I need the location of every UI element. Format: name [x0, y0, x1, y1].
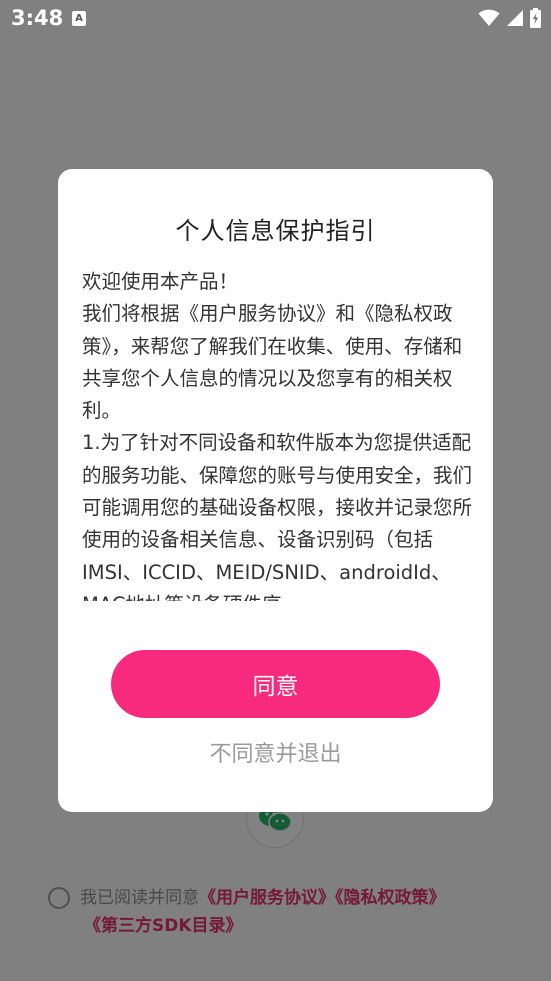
dialog-title: 个人信息保护指引 [175, 217, 376, 245]
dialog-paragraph-device: 1.为了针对不同设备和软件版本为您提供适配的服务功能、保障您的账号与使用安全，我… [82, 431, 472, 601]
disagree-exit-button[interactable]: 不同意并退出 [58, 736, 493, 768]
wifi-icon [478, 9, 500, 26]
cellular-signal-icon [507, 10, 523, 26]
privacy-dialog: 个人信息保护指引 欢迎使用本产品！ 我们将根据《用户服务协议》和《隐私权政策》，… [58, 169, 493, 812]
status-bar: 3:48 A [0, 0, 551, 38]
agree-button[interactable]: 同意 [111, 650, 440, 718]
dialog-paragraph-welcome: 欢迎使用本产品！ [82, 270, 239, 293]
status-icons [478, 8, 541, 28]
dialog-body[interactable]: 欢迎使用本产品！ 我们将根据《用户服务协议》和《隐私权政策》，来帮您了解我们在收… [82, 266, 472, 601]
status-time: 3:48 [11, 6, 64, 30]
dialog-paragraph-intro: 我们将根据《用户服务协议》和《隐私权政策》，来帮您了解我们在收集、使用、存储和共… [82, 302, 463, 423]
battery-icon [530, 8, 541, 28]
notification-a-icon: A [72, 11, 86, 26]
